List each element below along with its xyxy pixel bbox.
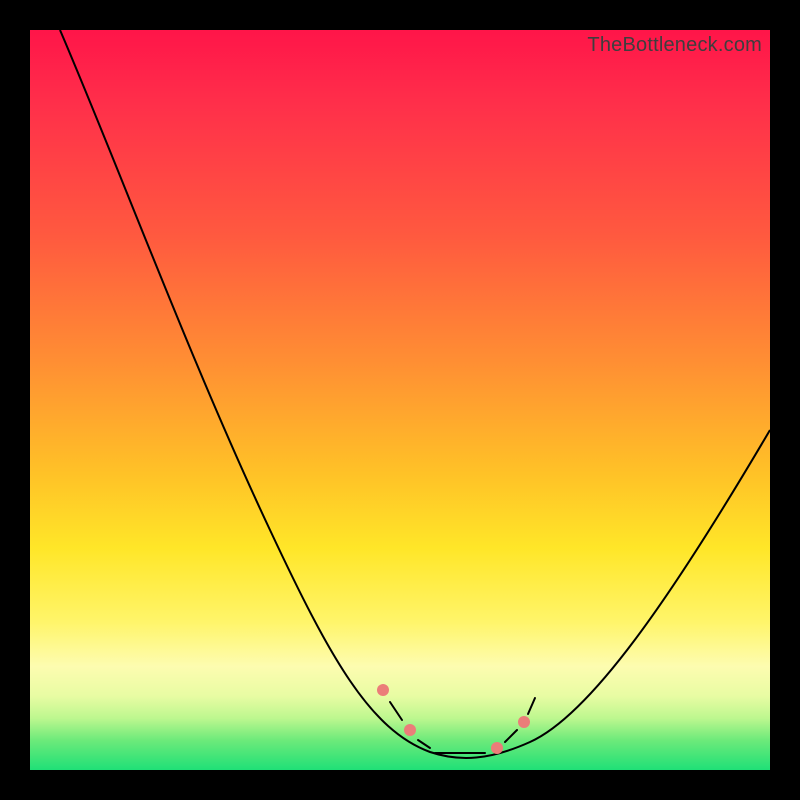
confidence-band <box>377 684 535 754</box>
chart-frame: TheBottleneck.com <box>0 0 800 800</box>
plot-area: TheBottleneck.com <box>30 30 770 770</box>
bottleneck-curve <box>60 30 770 758</box>
curve-layer <box>30 30 770 770</box>
